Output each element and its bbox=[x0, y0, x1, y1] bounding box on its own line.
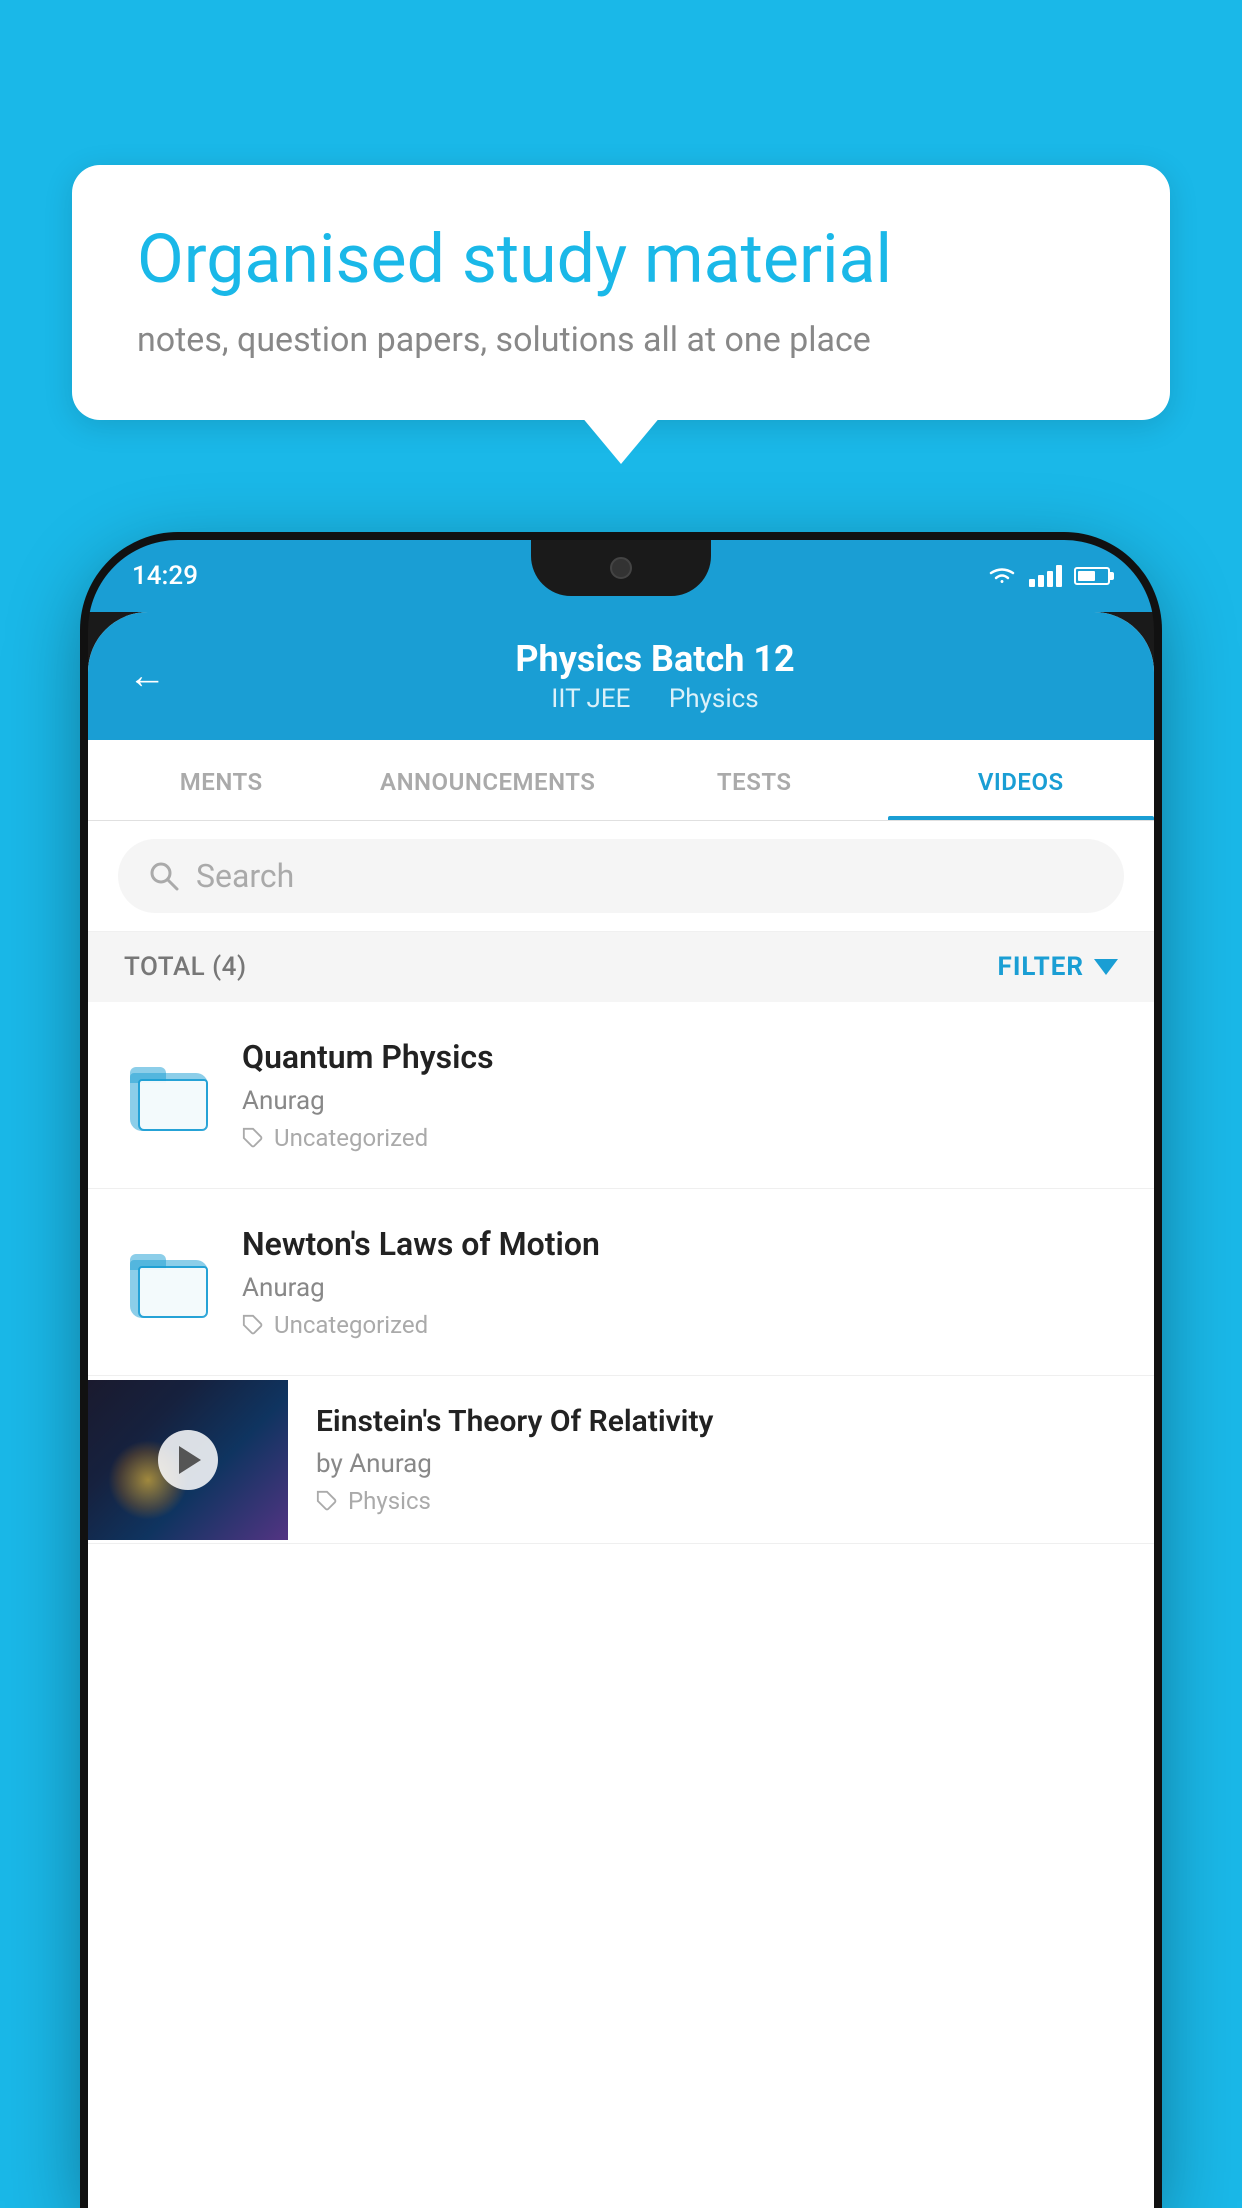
header-title-area: Physics Batch 12 IIT JEE Physics bbox=[196, 638, 1114, 714]
video-info: Newton's Laws of Motion Anurag Uncategor… bbox=[242, 1225, 1118, 1339]
video-title: Newton's Laws of Motion bbox=[242, 1225, 1118, 1263]
play-icon bbox=[179, 1446, 201, 1474]
list-item[interactable]: Newton's Laws of Motion Anurag Uncategor… bbox=[88, 1189, 1154, 1376]
status-time: 14:29 bbox=[132, 561, 198, 591]
camera-dot bbox=[610, 557, 632, 579]
folder-icon bbox=[130, 1059, 208, 1131]
header-subtitle-physics: Physics bbox=[669, 684, 759, 714]
filter-label: FILTER bbox=[998, 952, 1084, 982]
video-title: Einstein's Theory Of Relativity bbox=[316, 1404, 1126, 1439]
filter-icon bbox=[1094, 959, 1118, 975]
phone-frame: 14:29 ← bbox=[88, 540, 1154, 2208]
notch bbox=[531, 540, 711, 596]
video-list: Quantum Physics Anurag Uncategorized bbox=[88, 1002, 1154, 1544]
video-info: Quantum Physics Anurag Uncategorized bbox=[242, 1038, 1118, 1152]
video-tag: Uncategorized bbox=[242, 1124, 1118, 1152]
header-subtitle-iit: IIT JEE bbox=[551, 684, 630, 714]
list-item[interactable]: Einstein's Theory Of Relativity by Anura… bbox=[88, 1376, 1154, 1544]
tab-tests[interactable]: TESTS bbox=[621, 740, 888, 820]
tag-icon bbox=[242, 1314, 264, 1336]
total-count-label: TOTAL (4) bbox=[124, 952, 247, 982]
search-input[interactable]: Search bbox=[196, 857, 1094, 895]
video-author: Anurag bbox=[242, 1273, 1118, 1303]
video-tag: Uncategorized bbox=[242, 1311, 1118, 1339]
tabs-bar: MENTS ANNOUNCEMENTS TESTS VIDEOS bbox=[88, 740, 1154, 821]
status-bar: 14:29 bbox=[88, 540, 1154, 612]
folder-icon-wrap bbox=[124, 1050, 214, 1140]
folder-icon-wrap bbox=[124, 1237, 214, 1327]
search-bar-wrap: Search bbox=[88, 821, 1154, 932]
phone-inner: ← Physics Batch 12 IIT JEE Physics MENTS… bbox=[88, 612, 1154, 2208]
speech-bubble-subtitle: notes, question papers, solutions all at… bbox=[137, 320, 1105, 360]
video-info: Einstein's Theory Of Relativity by Anura… bbox=[288, 1376, 1154, 1543]
header-subtitle: IIT JEE Physics bbox=[196, 684, 1114, 714]
video-title: Quantum Physics bbox=[242, 1038, 1118, 1076]
wifi-icon bbox=[987, 565, 1017, 587]
filter-bar: TOTAL (4) FILTER bbox=[88, 932, 1154, 1002]
video-thumbnail bbox=[88, 1380, 288, 1540]
list-item[interactable]: Quantum Physics Anurag Uncategorized bbox=[88, 1002, 1154, 1189]
filter-button[interactable]: FILTER bbox=[998, 952, 1118, 982]
tab-videos[interactable]: VIDEOS bbox=[888, 740, 1155, 820]
tag-icon bbox=[242, 1127, 264, 1149]
speech-bubble-title: Organised study material bbox=[137, 220, 1105, 298]
folder-icon bbox=[130, 1246, 208, 1318]
video-tag-text: Physics bbox=[348, 1487, 431, 1515]
video-tag: Physics bbox=[316, 1487, 1126, 1515]
back-button[interactable]: ← bbox=[128, 654, 166, 698]
search-icon bbox=[148, 860, 180, 892]
video-author: Anurag bbox=[242, 1086, 1118, 1116]
tag-icon bbox=[316, 1490, 338, 1512]
battery-icon bbox=[1074, 567, 1110, 585]
play-button[interactable] bbox=[158, 1430, 218, 1490]
speech-bubble: Organised study material notes, question… bbox=[72, 165, 1170, 420]
video-tag-text: Uncategorized bbox=[274, 1311, 428, 1339]
signal-icon bbox=[1029, 565, 1062, 587]
video-tag-text: Uncategorized bbox=[274, 1124, 428, 1152]
app-header: ← Physics Batch 12 IIT JEE Physics bbox=[88, 612, 1154, 740]
tab-announcements[interactable]: ANNOUNCEMENTS bbox=[355, 740, 622, 820]
search-bar[interactable]: Search bbox=[118, 839, 1124, 913]
header-title: Physics Batch 12 bbox=[196, 638, 1114, 680]
video-author: by Anurag bbox=[316, 1449, 1126, 1479]
status-icons bbox=[987, 565, 1110, 587]
tab-ments[interactable]: MENTS bbox=[88, 740, 355, 820]
